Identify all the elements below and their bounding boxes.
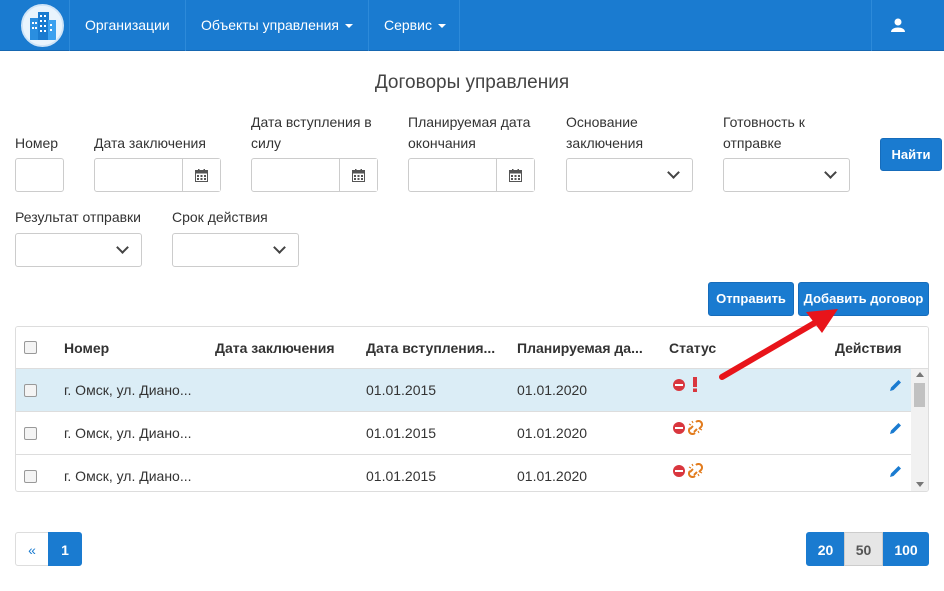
pagination-prev[interactable]: « [15,532,49,566]
annotation-arrow [719,309,838,380]
page-size-100[interactable]: 100 [883,532,929,566]
pagination-page-1[interactable]: 1 [48,532,82,566]
page-size-20[interactable]: 20 [806,532,845,566]
page-size-50[interactable]: 50 [844,532,883,566]
